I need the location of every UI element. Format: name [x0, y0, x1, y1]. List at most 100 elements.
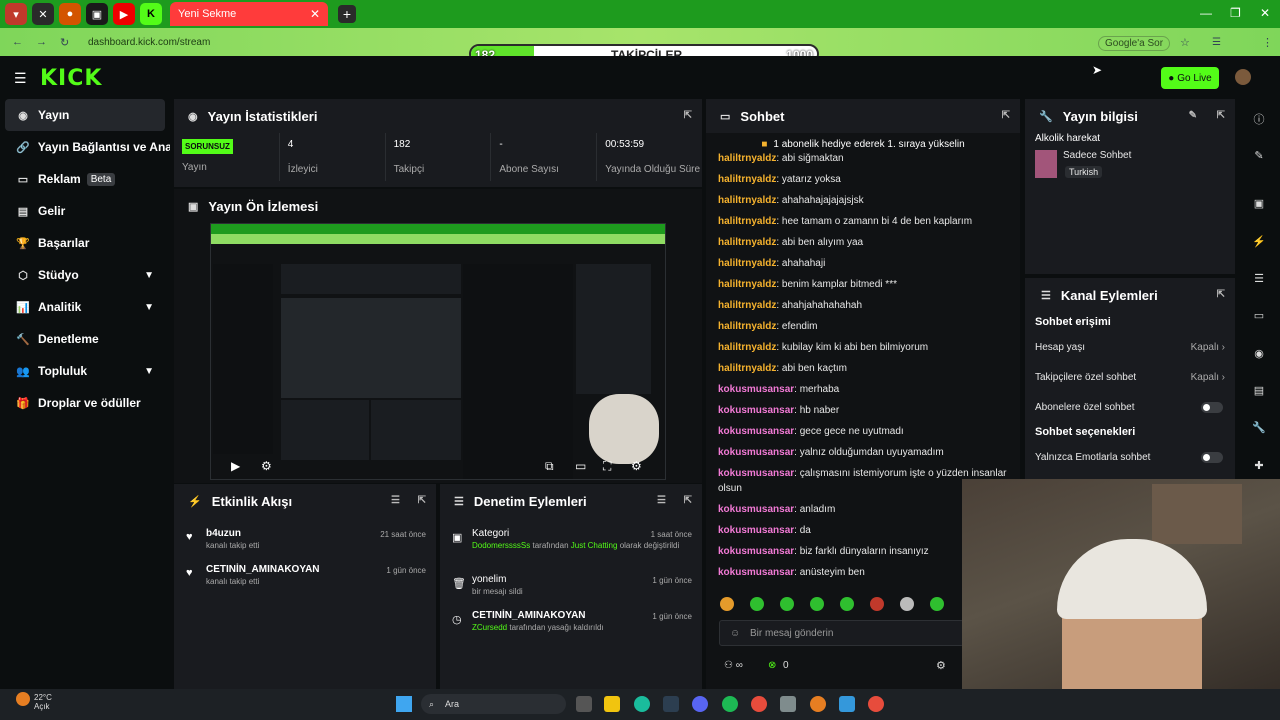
popout-icon[interactable]: ⇱ — [684, 110, 692, 121]
chat-username[interactable]: kokusmusansar — [718, 468, 794, 479]
users-icon[interactable]: ⚇ ∞ — [724, 660, 743, 671]
sidebar-item-basarilar[interactable]: 🏆 Başarılar — [0, 227, 170, 259]
sidebar-item-stream-key[interactable]: 🔗 Yayın Bağlantısı ve Anahtar — [0, 131, 170, 163]
chat-username[interactable]: haliltrnyaldz — [718, 321, 776, 332]
chat-username[interactable]: kokusmusansar — [718, 504, 794, 515]
action-row-account-age[interactable]: Hesap yaşı Kapalı › — [1025, 332, 1235, 362]
app-icon[interactable] — [780, 696, 796, 712]
info-icon[interactable]: ⓘ — [1252, 111, 1266, 126]
chat-username[interactable]: haliltrnyaldz — [718, 363, 776, 374]
popout-icon[interactable]: ⇱ — [1002, 110, 1010, 121]
kick-logo[interactable]: KICK — [40, 66, 102, 91]
table-icon[interactable]: ▤ — [1252, 384, 1266, 398]
emote-icon[interactable] — [750, 597, 764, 611]
emote-icon[interactable] — [780, 597, 794, 611]
sidebar-item-gelir[interactable]: ▤ Gelir — [0, 195, 170, 227]
store-icon[interactable] — [663, 696, 679, 712]
taskbar-search[interactable]: ⌕ Ara — [421, 694, 566, 714]
sidebar-item-analitik[interactable]: 📊 Analitik ▼ — [0, 291, 170, 323]
tab-dropdown-icon[interactable]: ▾ — [5, 3, 27, 25]
emote-icon[interactable] — [810, 597, 824, 611]
pip-icon[interactable]: ▭ — [575, 459, 586, 473]
youtube-tab-icon[interactable]: ▶ — [113, 3, 135, 25]
url-field[interactable]: dashboard.kick.com/stream — [88, 37, 210, 48]
chat-username[interactable]: haliltrnyaldz — [718, 258, 776, 269]
sidebar-item-topluluk[interactable]: 👥 Topluluk ▼ — [0, 355, 170, 387]
emote-icon[interactable] — [720, 597, 734, 611]
reload-icon[interactable]: ↻ — [60, 36, 69, 49]
stream-preview-video[interactable]: ▶ ⚙ ⧉ ▭ ⛶ ⚙ — [210, 223, 666, 480]
action-row-followers-only[interactable]: Takipçilere özel sohbet Kapalı › — [1025, 362, 1235, 392]
x-tab-icon[interactable]: ✕ — [32, 3, 54, 25]
more-icon[interactable]: ⋮ — [1262, 36, 1273, 49]
emoji-icon[interactable]: ☺ — [730, 628, 740, 639]
maximize-icon[interactable]: ❐ — [1230, 6, 1241, 20]
popout-icon[interactable]: ⇱ — [418, 495, 426, 506]
task-view-icon[interactable] — [576, 696, 592, 712]
back-icon[interactable]: ← — [12, 36, 23, 48]
google-ask-button[interactable]: Google'a Sor — [1098, 36, 1171, 51]
filter-icon[interactable]: ☰ — [391, 495, 400, 506]
clip-icon[interactable]: ⧉ — [545, 459, 554, 474]
close-tab-icon[interactable]: ✕ — [310, 7, 320, 21]
app-icon[interactable] — [839, 696, 855, 712]
chat-username[interactable]: haliltrnyaldz — [718, 237, 776, 248]
hamburger-icon[interactable]: ☰ — [14, 70, 27, 87]
fullscreen-icon[interactable]: ⛶ — [603, 459, 611, 474]
spotify-icon[interactable] — [722, 696, 738, 712]
sidebar-item-reklam[interactable]: ▭ Reklam Beta — [0, 163, 170, 195]
minimize-icon[interactable]: — — [1200, 6, 1212, 20]
toggle-switch[interactable] — [1201, 451, 1223, 463]
discord-icon[interactable] — [692, 696, 708, 712]
bolt-icon[interactable]: ⚡ — [1252, 235, 1266, 249]
chat-username[interactable]: kokusmusansar — [718, 567, 794, 578]
chat-username[interactable]: haliltrnyaldz — [718, 195, 776, 206]
chrome-icon[interactable] — [810, 696, 826, 712]
windows-start-icon[interactable] — [396, 696, 412, 712]
chat-username[interactable]: kokusmusansar — [718, 447, 794, 458]
chat-username[interactable]: kokusmusansar — [718, 405, 794, 416]
chat-username[interactable]: haliltrnyaldz — [718, 153, 776, 164]
settings-icon[interactable]: ⚙ — [261, 459, 272, 473]
chat-icon[interactable]: ▭ — [1252, 309, 1266, 323]
chat-username[interactable]: kokusmusansar — [718, 426, 794, 437]
add-icon[interactable]: ✚ — [1252, 459, 1266, 473]
pinned-tab-icon[interactable]: ▣ — [86, 3, 108, 25]
popout-icon[interactable]: ⇱ — [1217, 289, 1225, 300]
menu-icon[interactable]: ☰ — [1212, 37, 1221, 48]
toggle-switch[interactable] — [1201, 401, 1223, 413]
popout-icon[interactable]: ⇱ — [1217, 110, 1225, 121]
avatar[interactable] — [1235, 69, 1251, 85]
chat-input[interactable]: ☺ Bir mesaj gönderin — [719, 620, 964, 646]
popout-icon[interactable]: ⇱ — [684, 495, 692, 506]
sidebar-item-studyo[interactable]: ⬡ Stüdyo ▼ — [0, 259, 170, 291]
chat-username[interactable]: kokusmusansar — [718, 525, 794, 536]
list-icon[interactable]: ☰ — [1252, 272, 1266, 286]
filter-icon[interactable]: ☰ — [657, 495, 666, 506]
panel-icon[interactable]: ▣ — [1252, 197, 1266, 211]
wrench-icon[interactable]: 🔧 — [1252, 421, 1266, 435]
sidebar-item-droplar[interactable]: 🎁 Droplar ve ödüller — [0, 387, 170, 419]
chat-settings-icon[interactable]: ⚙ — [936, 659, 946, 672]
chat-username[interactable]: haliltrnyaldz — [718, 342, 776, 353]
sidebar-item-yayin[interactable]: ◉ Yayın — [5, 99, 165, 131]
app-icon[interactable] — [868, 696, 884, 712]
chat-username[interactable]: haliltrnyaldz — [718, 174, 776, 185]
pen-icon[interactable]: ✎ — [1252, 149, 1266, 163]
emote-icon[interactable] — [900, 597, 914, 611]
gear-icon[interactable]: ⚙ — [631, 459, 642, 473]
sidebar-item-denetleme[interactable]: 🔨 Denetleme — [0, 323, 170, 355]
chat-username[interactable]: kokusmusansar — [718, 546, 794, 557]
kick-tab-icon[interactable]: K — [140, 3, 162, 25]
close-window-icon[interactable]: ✕ — [1260, 6, 1270, 20]
points-icon[interactable]: ⊗ — [768, 660, 776, 671]
go-live-button[interactable]: ● Go Live — [1161, 67, 1219, 89]
emote-icon[interactable] — [870, 597, 884, 611]
star-icon[interactable]: ☆ — [1180, 36, 1190, 49]
chat-username[interactable]: haliltrnyaldz — [718, 300, 776, 311]
chat-username[interactable]: haliltrnyaldz — [718, 216, 776, 227]
app-icon[interactable] — [751, 696, 767, 712]
chat-username[interactable]: kokusmusansar — [718, 384, 794, 395]
pinned-tab-icon[interactable]: ● — [59, 3, 81, 25]
new-tab-button[interactable]: + — [338, 5, 356, 23]
